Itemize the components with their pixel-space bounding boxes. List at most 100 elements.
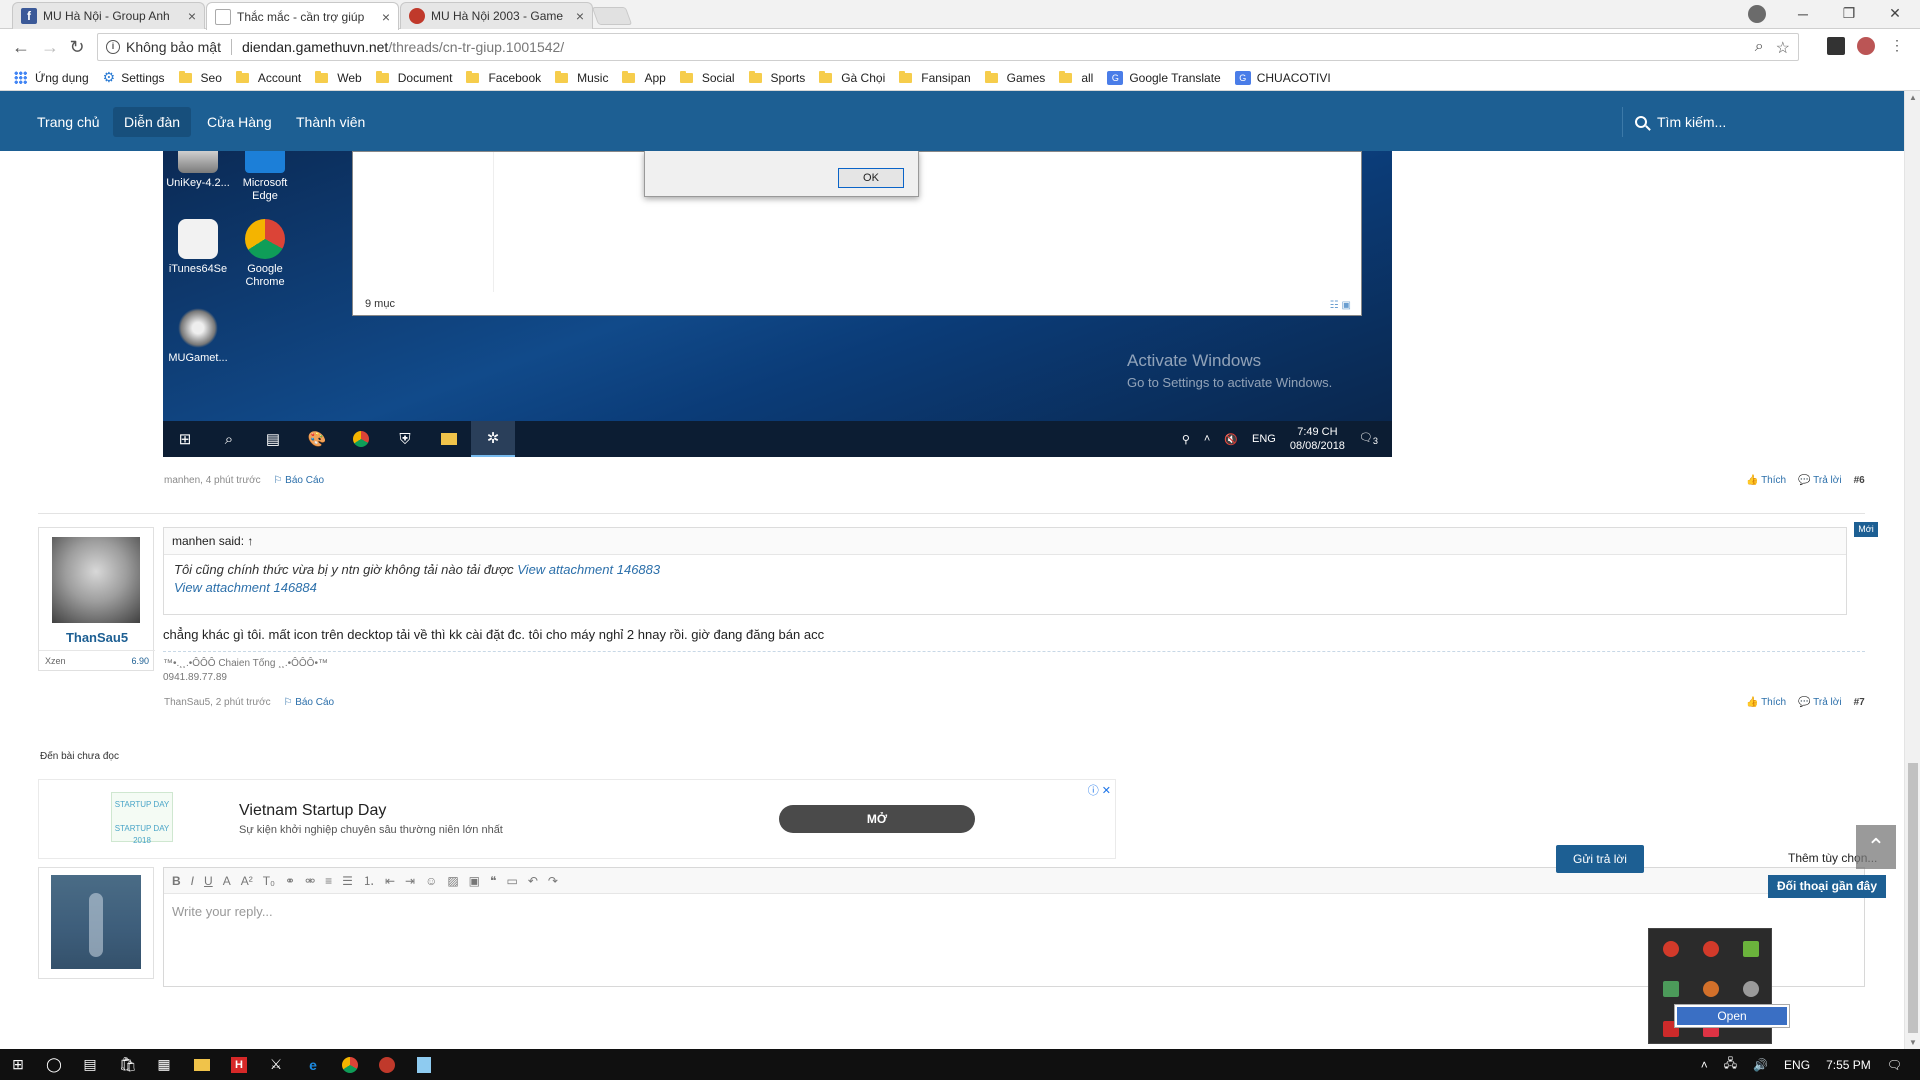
restore-button[interactable]: ❐ [1826, 0, 1872, 27]
new-tab-button[interactable] [591, 7, 633, 25]
bookmark-folder-account[interactable]: Account [235, 70, 301, 85]
unlink-icon[interactable]: ⚮ [305, 874, 315, 888]
scroll-down-arrow[interactable]: ▼ [1909, 1038, 1917, 1047]
volume-icon[interactable]: 🔊 [1753, 1058, 1768, 1072]
bookmark-apps[interactable]: Ứng dụng [14, 71, 89, 85]
quote-icon[interactable]: ❝ [490, 874, 496, 888]
page-scrollbar[interactable]: ▲ ▼ [1904, 91, 1920, 1049]
bookmark-folder-ga-choi[interactable]: Gà Chọi [819, 70, 885, 85]
attachment-link[interactable]: View attachment 146883 [517, 562, 660, 577]
info-icon[interactable]: i [106, 40, 120, 54]
smiley-icon[interactable]: ☺ [425, 874, 437, 888]
nav-home[interactable]: Trang chủ [26, 107, 111, 137]
bookmark-star-icon[interactable]: ☆ [1776, 38, 1790, 58]
like-link[interactable]: 👍 Thích [1746, 697, 1786, 708]
report-link[interactable]: Báo Cáo [283, 697, 334, 708]
tab-forum-help[interactable]: Thắc mắc - cần trợ giúp × [206, 2, 399, 30]
bookmark-chuacotivi[interactable]: G CHUACOTIVI [1234, 70, 1331, 85]
font-icon[interactable]: T₀ [263, 874, 275, 888]
bookmark-folder-social[interactable]: Social [679, 70, 735, 85]
recent-conversations-button[interactable]: Đối thoại gần đây [1768, 875, 1886, 898]
forum-search[interactable]: Tìm kiếm... [1622, 107, 1726, 137]
image-icon[interactable]: ▨ [447, 874, 458, 888]
calculator-icon[interactable]: ▦ [146, 1049, 182, 1080]
post-author-time[interactable]: ThanSau5, 2 phút trước [164, 697, 271, 708]
menu-icon[interactable]: ⋮ [1890, 37, 1904, 55]
mu-game-icon[interactable] [1703, 941, 1719, 957]
forward-button[interactable]: → [37, 35, 63, 59]
indent-icon[interactable]: ⇥ [405, 874, 415, 888]
cortana-icon[interactable]: ◯ [36, 1049, 72, 1080]
file-explorer-icon[interactable] [184, 1049, 220, 1080]
extension-icon[interactable] [1857, 37, 1875, 55]
nvidia-icon[interactable] [1743, 941, 1759, 957]
attachment-link[interactable]: View attachment 146884 [174, 580, 317, 595]
bold-icon[interactable]: B [172, 874, 181, 888]
bookmark-folder-sports[interactable]: Sports [748, 70, 805, 85]
cloud-icon[interactable] [1743, 981, 1759, 997]
save-draft-icon[interactable]: ▭ [506, 874, 517, 888]
ad-open-button[interactable]: MỞ [779, 805, 975, 833]
align-icon[interactable]: ≡ [325, 874, 332, 888]
mu-game-icon[interactable] [369, 1049, 405, 1080]
bookmark-folder-games[interactable]: Games [984, 70, 1045, 85]
undo-icon[interactable]: ↶ [528, 874, 538, 888]
close-tab-icon[interactable]: × [188, 8, 196, 24]
notepad-icon[interactable] [406, 1049, 442, 1080]
post-number[interactable]: #6 [1854, 475, 1865, 486]
store-icon[interactable]: 🛍 [110, 1049, 146, 1080]
tab-mu-game[interactable]: MU Hà Nội 2003 - Game × [400, 2, 593, 29]
close-tab-icon[interactable]: × [576, 8, 584, 24]
bookmark-google-translate[interactable]: G Google Translate [1107, 70, 1221, 85]
extension-icon[interactable] [1827, 37, 1845, 55]
post-reply-button[interactable]: Gửi trả lời [1556, 845, 1644, 873]
avatar[interactable] [52, 537, 140, 623]
language-indicator[interactable]: ENG [1784, 1058, 1810, 1072]
ad-banner[interactable]: STARTUP DAY STARTUP DAY 2018 Vietnam Sta… [38, 779, 1116, 859]
bookmark-folder-web[interactable]: Web [315, 70, 362, 85]
close-tab-icon[interactable]: × [382, 9, 390, 25]
reload-button[interactable]: ↻ [64, 35, 90, 59]
chrome-icon[interactable] [332, 1049, 368, 1080]
text-color-icon[interactable]: A [223, 874, 231, 888]
bookmark-folder-seo[interactable]: Seo [178, 70, 222, 85]
username[interactable]: ThanSau5 [39, 630, 155, 645]
edge-icon[interactable]: e [295, 1049, 331, 1080]
mu-game-icon[interactable] [1663, 941, 1679, 957]
scroll-up-arrow[interactable]: ▲ [1909, 93, 1917, 102]
profile-icon[interactable] [1748, 5, 1766, 23]
bookmark-folder-all[interactable]: all [1059, 70, 1093, 85]
unread-link[interactable]: Đến bài chưa đọc [40, 751, 119, 762]
like-link[interactable]: 👍 Thích [1746, 475, 1786, 486]
quote-header[interactable]: manhen said: ↑ [164, 528, 1846, 555]
reply-textarea[interactable]: Write your reply... [164, 894, 1864, 929]
network-icon[interactable]: 🖧 [1724, 1054, 1737, 1075]
scroll-to-top-button[interactable]: ⌃ [1856, 825, 1896, 869]
report-link[interactable]: Báo Cáo [273, 475, 324, 486]
chevron-up-icon[interactable]: ˄ [1701, 1058, 1708, 1072]
clock[interactable]: 7:55 PM [1826, 1058, 1871, 1072]
bullet-list-icon[interactable]: ☰ [342, 874, 353, 888]
minimize-button[interactable]: ─ [1780, 0, 1826, 27]
action-center-icon[interactable]: 🗨 [1887, 1058, 1902, 1072]
nav-members[interactable]: Thành viên [285, 107, 376, 137]
bookmark-folder-music[interactable]: Music [555, 70, 608, 85]
network-icon[interactable] [1663, 981, 1679, 997]
underline-icon[interactable]: U [204, 874, 213, 888]
back-button[interactable]: ← [8, 35, 34, 59]
reply-link[interactable]: 💬 Trả lời [1798, 475, 1841, 486]
media-icon[interactable]: ▣ [469, 874, 480, 888]
number-list-icon[interactable]: ⒈ [363, 872, 375, 889]
app-h-icon[interactable]: H [221, 1049, 257, 1080]
bookmark-folder-fansipan[interactable]: Fansipan [899, 70, 971, 85]
game-icon[interactable]: ⚔ [258, 1049, 294, 1080]
tab-facebook[interactable]: f MU Hà Nội - Group Anh × [12, 2, 205, 29]
bookmark-folder-document[interactable]: Document [375, 70, 452, 85]
bookmark-folder-facebook[interactable]: Facebook [466, 70, 541, 85]
ad-close-icon[interactable]: ⓘ ✕ [1088, 782, 1111, 798]
windows-start-icon[interactable]: ⊞ [0, 1049, 36, 1080]
attachment-screenshot[interactable]: UniKey-4.2... Microsoft Edge iTunes64Se … [163, 151, 1392, 457]
scrollbar-thumb[interactable] [1908, 763, 1918, 1033]
speaker-icon[interactable] [1703, 981, 1719, 997]
zoom-icon[interactable]: ⌕ [1755, 38, 1764, 58]
